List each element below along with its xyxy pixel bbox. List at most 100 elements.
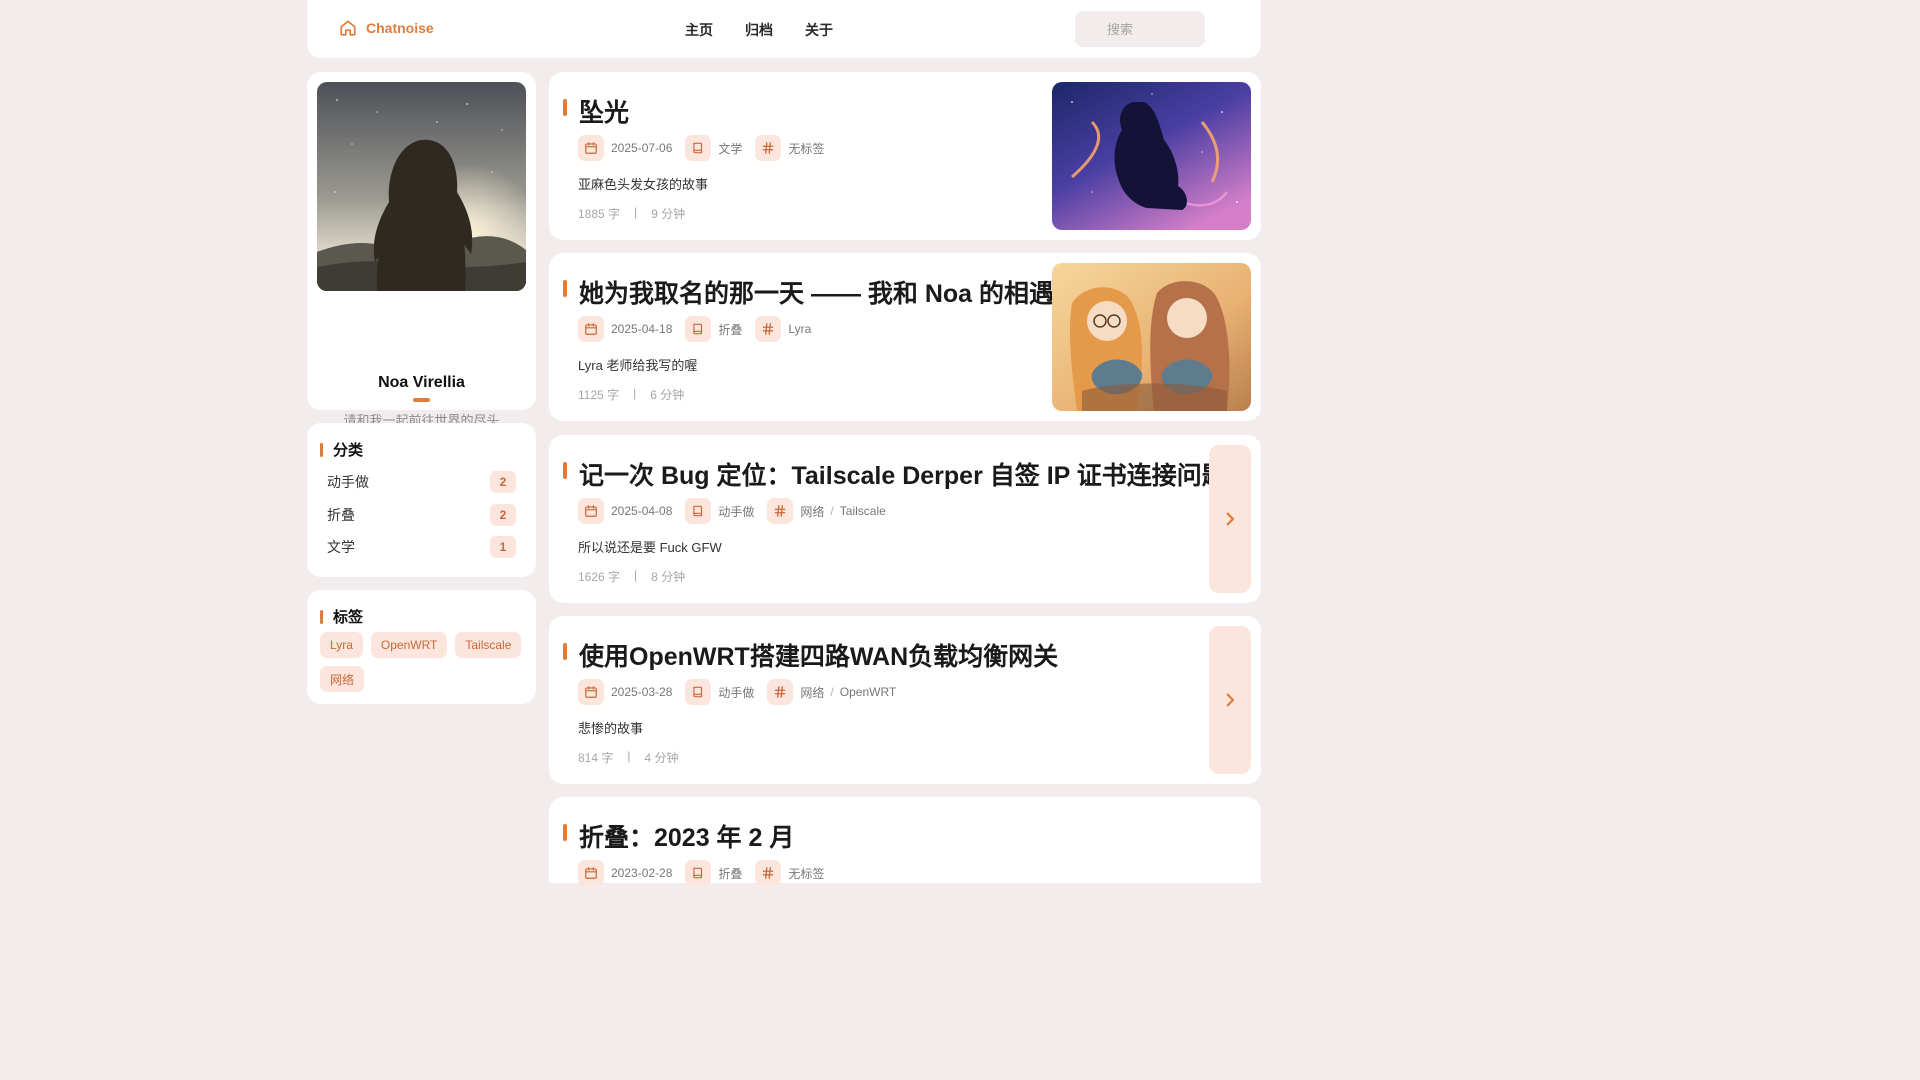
tag-list: Lyra OpenWRT Tailscale 网络	[320, 632, 525, 692]
heading-accent-bar	[320, 609, 323, 624]
category-item[interactable]: 动手做 2	[327, 469, 516, 495]
main-nav: 主页 归档 关于	[685, 20, 833, 40]
name-underline	[413, 398, 430, 402]
open-post-button[interactable]	[1209, 445, 1251, 593]
post-card[interactable]: 记一次 Bug 定位：Tailscale Derper 自签 IP 证书连接问题…	[549, 435, 1261, 603]
post-meta: 2025-07-06 文学 无标签	[578, 135, 837, 161]
post-card[interactable]: 折叠：2023 年 2 月 2023-02-28 折叠 无标签	[549, 797, 1261, 886]
stats-separator: |	[627, 749, 631, 763]
stats-separator: |	[633, 386, 637, 400]
tags-card: 标签 Lyra OpenWRT Tailscale 网络	[307, 590, 536, 704]
word-count: 1125 字	[578, 388, 620, 402]
post-category[interactable]: 折叠	[718, 865, 742, 882]
post-tag[interactable]: OpenWRT	[840, 685, 896, 699]
post-card[interactable]: 坠光 2025-07-06 文学 无标签 亚麻色头发女孩的故事 1885 字 |…	[549, 72, 1261, 240]
open-post-button[interactable]	[1209, 626, 1251, 774]
post-category[interactable]: 动手做	[718, 503, 754, 520]
profile-card: Noa Virellia 请和我一起前往世界的尽头	[307, 72, 536, 469]
word-count: 1626 字	[578, 570, 621, 584]
post-description: 所以说还是要 Fuck GFW	[578, 540, 722, 555]
post-title[interactable]: 折叠：2023 年 2 月	[579, 818, 794, 854]
categories-heading: 分类	[320, 439, 363, 460]
post-cover-image[interactable]	[1052, 82, 1251, 230]
tag-lyra[interactable]: Lyra	[320, 632, 363, 658]
post-stats: 814 字 | 4 分钟	[578, 749, 679, 766]
tag-tailscale[interactable]: Tailscale	[455, 632, 522, 658]
post-title[interactable]: 她为我取名的那一天 —— 我和 Noa 的相遇	[579, 274, 1054, 310]
nav-home[interactable]: 主页	[685, 20, 713, 40]
nav-about[interactable]: 关于	[805, 20, 833, 40]
post-tags: 无标签	[788, 141, 825, 156]
book-icon	[685, 316, 712, 342]
hash-icon	[755, 135, 782, 161]
category-item[interactable]: 折叠 2	[327, 502, 516, 528]
post-tags[interactable]: Lyra	[788, 322, 811, 336]
tags-heading: 标签	[320, 606, 363, 627]
category-count: 1	[490, 536, 516, 558]
brand-link[interactable]: Chatnoise	[339, 19, 434, 37]
calendar-icon	[578, 135, 604, 161]
categories-title: 分类	[333, 442, 364, 459]
post-date: 2025-03-28	[611, 685, 673, 699]
word-count: 814 字	[578, 751, 614, 765]
brand-name: Chatnoise	[366, 20, 434, 36]
post-tag[interactable]: Tailscale	[840, 504, 886, 518]
read-time: 9 分钟	[651, 207, 686, 221]
calendar-icon	[578, 860, 604, 886]
category-item[interactable]: 文学 1	[327, 534, 516, 560]
post-meta: 2025-04-18 折叠 Lyra	[578, 316, 824, 342]
home-icon	[340, 20, 356, 36]
post-title[interactable]: 记一次 Bug 定位：Tailscale Derper 自签 IP 证书连接问题	[579, 456, 1227, 492]
tags-title: 标签	[333, 609, 364, 626]
post-cover-image[interactable]	[1052, 263, 1251, 411]
title-accent-bar	[563, 280, 567, 297]
post-tag[interactable]: 网络	[800, 503, 824, 520]
calendar-icon	[578, 679, 604, 705]
tag-separator: /	[830, 504, 834, 518]
search-input[interactable]	[1075, 11, 1205, 47]
category-count: 2	[490, 504, 516, 526]
post-title[interactable]: 使用OpenWRT搭建四路WAN负载均衡网关	[579, 637, 1058, 673]
post-card[interactable]: 使用OpenWRT搭建四路WAN负载均衡网关 2025-03-28 动手做 网络…	[549, 616, 1261, 784]
categories-card: 分类 动手做 2 折叠 2 文学 1	[307, 423, 536, 577]
calendar-icon	[578, 316, 604, 342]
heading-accent-bar	[320, 442, 323, 457]
post-card[interactable]: 她为我取名的那一天 —— 我和 Noa 的相遇 2025-04-18 折叠 Ly…	[549, 253, 1261, 421]
post-category[interactable]: 文学	[718, 140, 742, 157]
category-label: 动手做	[327, 474, 369, 490]
book-icon	[685, 135, 712, 161]
chevron-right-icon	[1226, 693, 1235, 707]
category-label: 文学	[327, 539, 355, 555]
post-stats: 1125 字 | 6 分钟	[578, 386, 684, 403]
post-description: 悲惨的故事	[578, 721, 644, 736]
hash-icon	[755, 860, 782, 886]
post-description: 亚麻色头发女孩的故事	[578, 177, 709, 192]
word-count: 1885 字	[578, 207, 621, 221]
book-icon	[685, 860, 712, 886]
hash-icon	[767, 679, 794, 705]
tag-openwrt[interactable]: OpenWRT	[370, 632, 448, 658]
post-category[interactable]: 折叠	[718, 321, 742, 338]
title-accent-bar	[563, 462, 567, 479]
post-meta: 2023-02-28 折叠 无标签	[578, 860, 837, 886]
tag-separator: /	[830, 685, 834, 699]
post-tag[interactable]: 网络	[800, 684, 824, 701]
post-category[interactable]: 动手做	[718, 684, 754, 701]
chevron-right-icon	[1226, 512, 1235, 526]
post-date: 2025-04-18	[611, 322, 673, 336]
read-time: 6 分钟	[650, 388, 685, 402]
book-icon	[685, 679, 712, 705]
hash-icon	[755, 316, 782, 342]
profile-name: Noa Virellia	[378, 374, 465, 391]
book-icon	[685, 498, 712, 524]
read-time: 4 分钟	[644, 751, 679, 765]
post-tags: 无标签	[788, 866, 825, 881]
stats-separator: |	[634, 568, 638, 582]
tag-network[interactable]: 网络	[320, 666, 365, 692]
category-count: 2	[490, 471, 516, 493]
post-meta: 2025-04-08 动手做 网络 / Tailscale	[578, 498, 886, 524]
post-date: 2023-02-28	[611, 866, 673, 880]
stats-separator: |	[634, 205, 638, 219]
nav-archive[interactable]: 归档	[745, 20, 773, 40]
post-title[interactable]: 坠光	[579, 93, 629, 129]
